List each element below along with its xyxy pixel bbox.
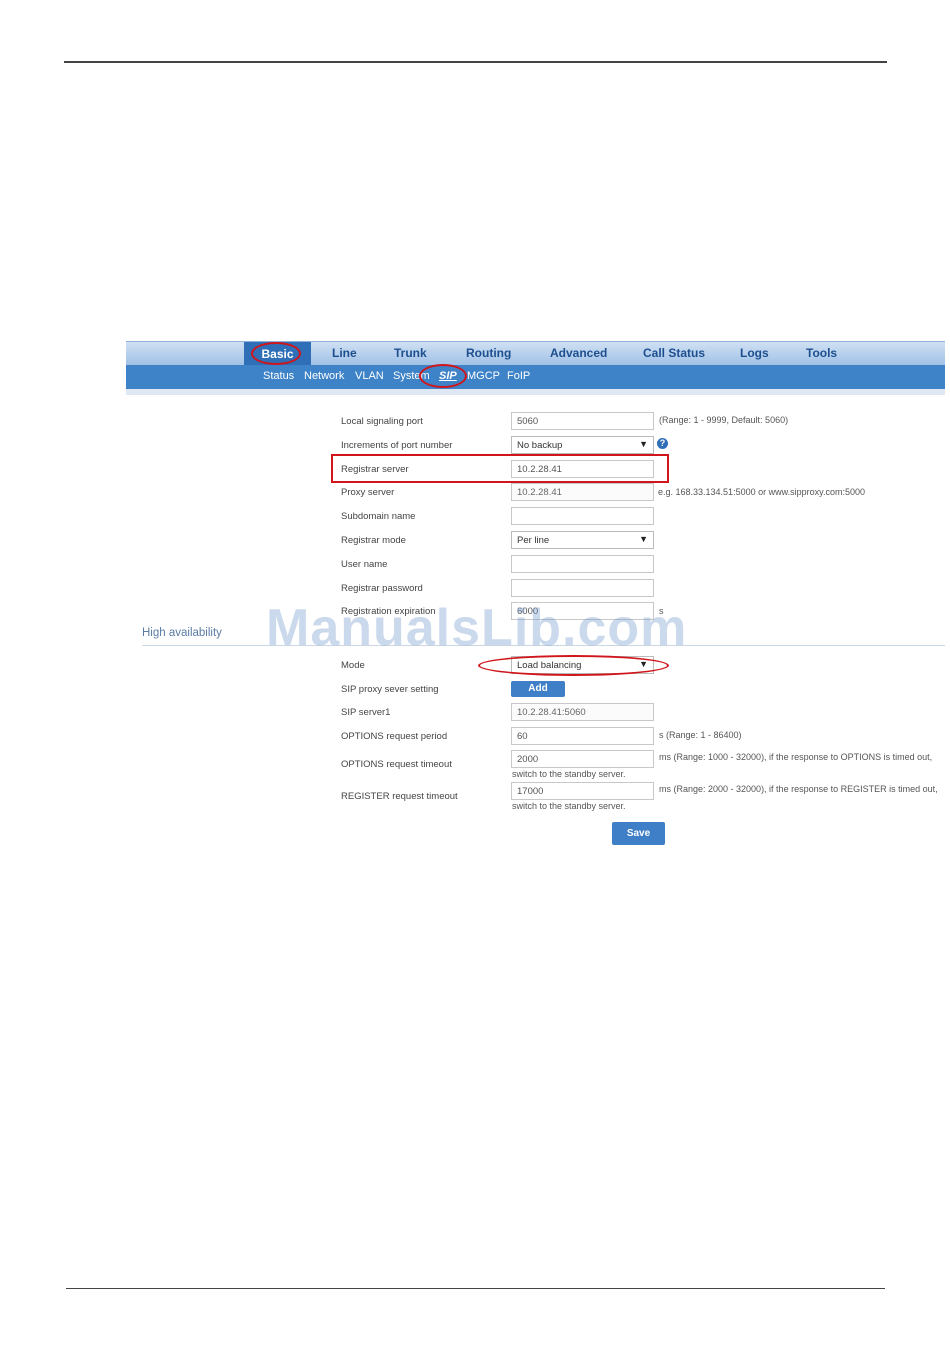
options-period-input[interactable]: 60 [511, 727, 654, 745]
port-increment-select[interactable]: No backup ▼ [511, 436, 654, 454]
nav-tab-line[interactable]: Line [332, 346, 357, 360]
registrar-mode-select[interactable]: Per line ▼ [511, 531, 654, 549]
highlight-ellipse-mode [478, 655, 669, 676]
port-increment-value: No backup [517, 440, 563, 451]
options-period-hint: s (Range: 1 - 86400) [659, 730, 742, 740]
subnav-network[interactable]: Network [304, 370, 344, 382]
proxy-server-input[interactable]: 10.2.28.41 [511, 483, 654, 501]
highlight-circle-basic [251, 342, 301, 365]
sip-server1-label: SIP server1 [341, 707, 391, 718]
subnav-mgcp[interactable]: MGCP [467, 370, 500, 382]
nav-tab-routing[interactable]: Routing [466, 346, 511, 360]
options-timeout-label: OPTIONS request timeout [341, 759, 452, 770]
local-port-hint: (Range: 1 - 9999, Default: 5060) [659, 415, 789, 425]
nav-tab-tools[interactable]: Tools [806, 346, 837, 360]
subnav-vlan[interactable]: VLAN [355, 370, 384, 382]
highlight-box-registrar-server [331, 454, 669, 483]
chevron-down-icon: ▼ [639, 534, 648, 544]
high-availability-title: High availability [142, 627, 222, 639]
save-button[interactable]: Save [612, 822, 665, 845]
help-icon[interactable]: ? [657, 438, 668, 449]
port-increment-label: Increments of port number [341, 440, 453, 451]
watermark: ManualsLib.com [266, 599, 688, 657]
local-port-input[interactable]: 5060 [511, 412, 654, 430]
nav-tab-advanced[interactable]: Advanced [550, 346, 607, 360]
page-top-rule [64, 61, 887, 63]
top-navigation: Basic Line Trunk Routing Advanced Call S… [126, 341, 945, 366]
user-name-label: User name [341, 559, 388, 570]
subdomain-input[interactable] [511, 507, 654, 525]
proxy-setting-label: SIP proxy sever setting [341, 684, 439, 695]
proxy-server-label: Proxy server [341, 487, 395, 498]
sip-server1-input[interactable]: 10.2.28.41:5060 [511, 703, 654, 721]
options-timeout-input[interactable]: 2000 [511, 750, 654, 768]
register-timeout-label: REGISTER request timeout [341, 791, 458, 802]
register-timeout-hint-2: switch to the standby server. [512, 801, 626, 811]
highlight-circle-sip [419, 364, 467, 388]
nav-tab-call-status[interactable]: Call Status [643, 346, 705, 360]
subdomain-label: Subdomain name [341, 511, 416, 522]
registrar-password-label: Registrar password [341, 583, 423, 594]
user-name-input[interactable] [511, 555, 654, 573]
nav-tab-trunk[interactable]: Trunk [394, 346, 427, 360]
register-timeout-input[interactable]: 17000 [511, 782, 654, 800]
register-timeout-hint: ms (Range: 2000 - 32000), if the respons… [659, 784, 938, 794]
add-server-button[interactable]: Add [511, 681, 565, 697]
registrar-mode-label: Registrar mode [341, 535, 406, 546]
registrar-mode-value: Per line [517, 535, 550, 546]
local-port-label: Local signaling port [341, 416, 423, 427]
mode-label: Mode [341, 660, 365, 671]
options-period-label: OPTIONS request period [341, 731, 448, 742]
registrar-password-input[interactable] [511, 579, 654, 597]
nav-tab-logs[interactable]: Logs [740, 346, 769, 360]
proxy-server-hint: e.g. 168.33.134.51:5000 or www.sipproxy.… [658, 487, 865, 497]
subnav-status[interactable]: Status [263, 370, 294, 382]
sub-navigation: Status Network VLAN System SIP MGCP FoIP [126, 365, 945, 389]
options-timeout-hint: ms (Range: 1000 - 32000), if the respons… [659, 752, 933, 762]
page-bottom-rule [66, 1288, 885, 1289]
subnav-foip[interactable]: FoIP [507, 370, 530, 382]
options-timeout-hint-2: switch to the standby server. [512, 769, 626, 779]
chevron-down-icon: ▼ [639, 439, 648, 449]
